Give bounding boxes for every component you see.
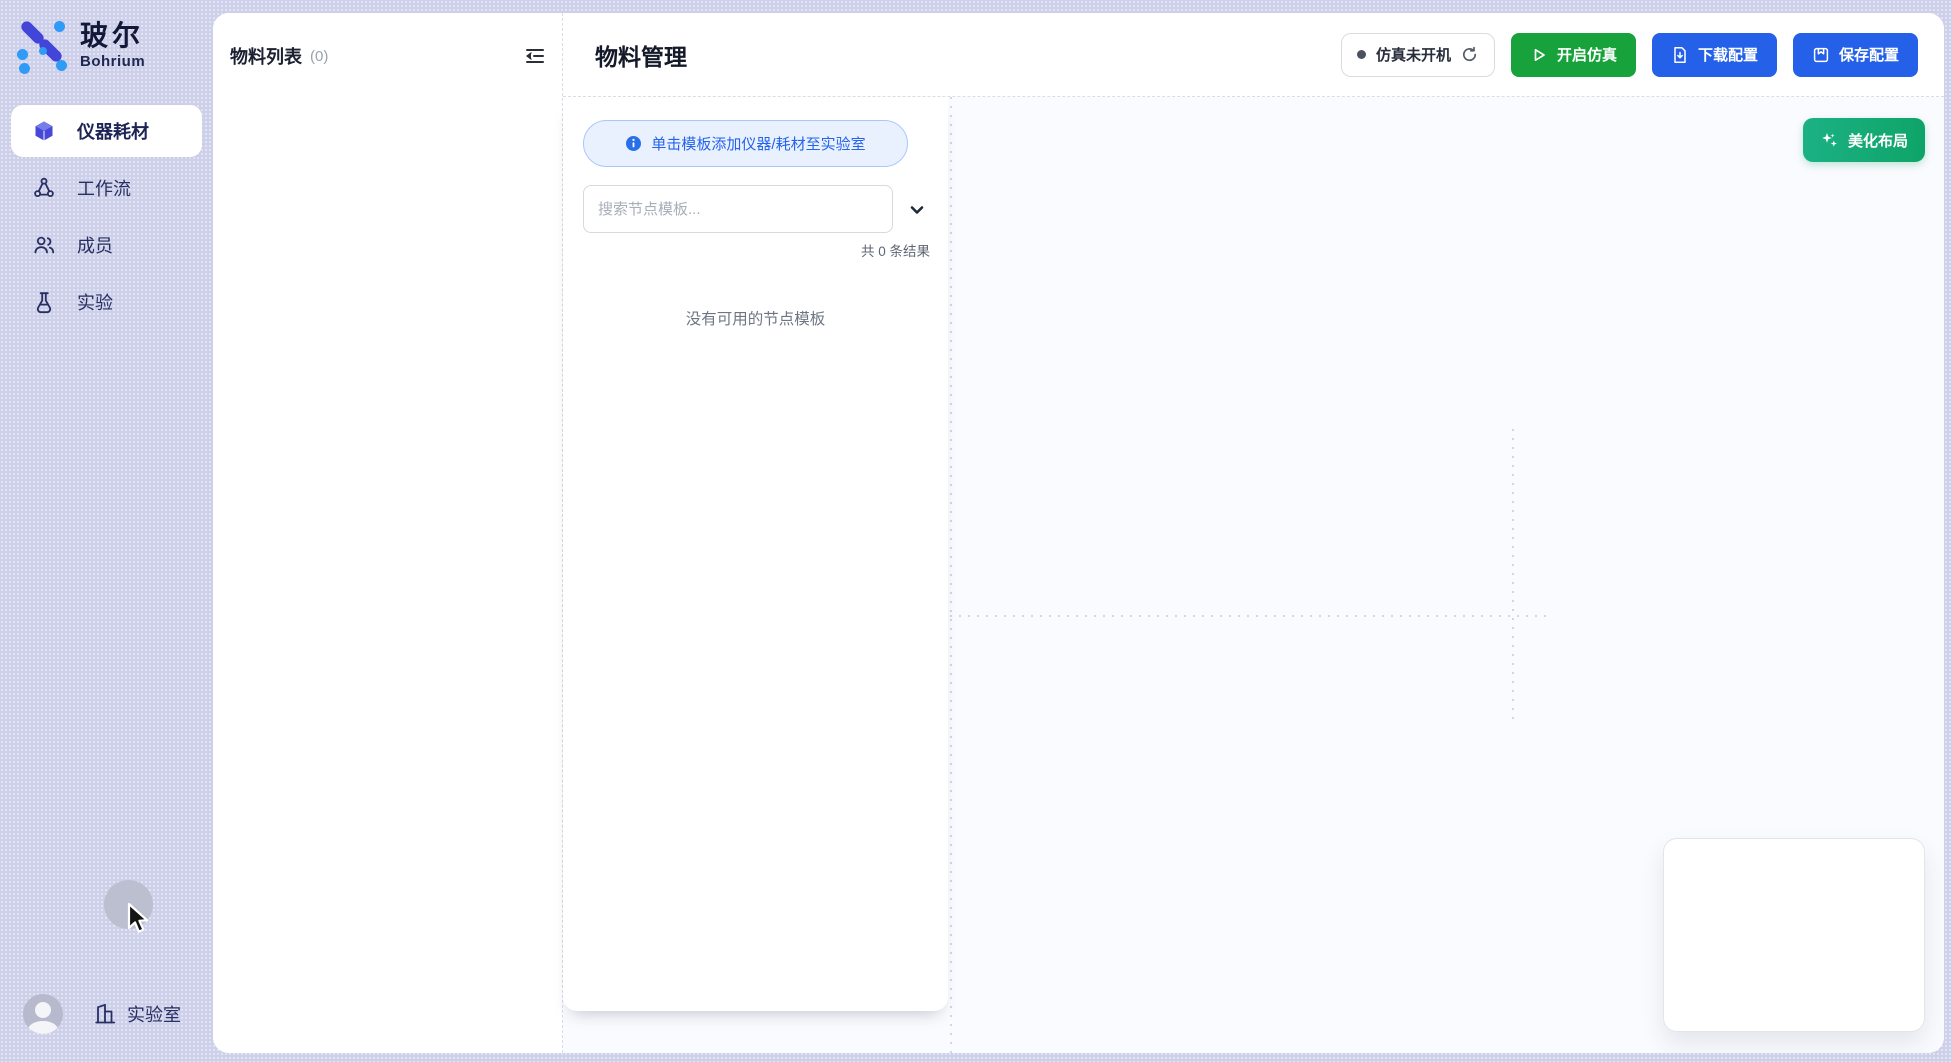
status-dot [1357,50,1366,59]
refresh-icon[interactable] [1461,46,1479,64]
node-template-panel: 单击模板添加仪器/耗材至实验室 共 0 条结果 没有可用的节点模板 [563,97,948,1011]
materials-panel-header: 物料列表 (0) [213,13,562,69]
sidebar-item-workflow[interactable]: 工作流 [11,162,202,214]
canvas-gridline [950,615,1548,617]
layout-canvas[interactable]: 单击模板添加仪器/耗材至实验室 共 0 条结果 没有可用的节点模板 美化布局 [563,97,1944,1053]
result-count: 共 0 条结果 [861,240,930,260]
members-icon [32,233,56,257]
app-screen: 玻尔 Bohrium 仪器耗材 工作流 成员 [0,0,1952,1062]
sim-status-pill: 仿真未开机 [1341,33,1495,77]
sparkles-icon [1820,131,1839,150]
sidebar-footer: 实验室 [0,993,213,1035]
hint-banner-text: 单击模板添加仪器/耗材至实验室 [651,133,865,154]
lab-entry-label: 实验室 [127,1001,181,1027]
lab-entry[interactable]: 实验室 [93,1001,181,1027]
save-icon [1812,46,1830,64]
page-title: 物料管理 [595,38,687,72]
chevron-down-icon[interactable] [903,198,931,222]
experiment-icon [32,290,56,314]
file-download-icon [1671,46,1689,64]
minimap[interactable] [1663,838,1925,1032]
brand: 玻尔 Bohrium [16,18,145,70]
main-window: 物料列表 (0) 物料管理 仿真未开机 [213,13,1944,1053]
building-icon [93,1002,117,1026]
sidebar-item-experiments[interactable]: 实验 [11,276,202,328]
sidebar-nav: 仪器耗材 工作流 成员 实验 [0,105,213,328]
canvas-gridline [1512,429,1514,720]
beautify-layout-label: 美化布局 [1848,130,1908,151]
sidebar-item-label: 工作流 [77,175,131,201]
sidebar-item-label: 仪器耗材 [77,118,149,144]
play-icon [1530,46,1548,64]
save-config-label: 保存配置 [1839,44,1899,65]
sim-status-text: 仿真未开机 [1376,44,1451,65]
sidebar-item-label: 实验 [77,289,113,315]
brand-name-en: Bohrium [80,53,145,70]
sidebar-item-instruments[interactable]: 仪器耗材 [11,105,202,157]
main-column: 物料管理 仿真未开机 开启仿真 [563,13,1944,1053]
search-input[interactable] [583,185,893,233]
info-icon [625,135,642,152]
cube-icon [32,119,56,143]
beautify-layout-button[interactable]: 美化布局 [1803,118,1925,162]
sidebar: 玻尔 Bohrium 仪器耗材 工作流 成员 [0,0,213,1062]
sidebar-item-members[interactable]: 成员 [11,219,202,271]
canvas-gridline [950,97,952,1053]
download-config-label: 下载配置 [1698,44,1758,65]
start-simulation-button[interactable]: 开启仿真 [1511,33,1636,77]
save-config-button[interactable]: 保存配置 [1793,33,1918,77]
menu-fold-icon[interactable] [522,43,548,69]
empty-state-text: 没有可用的节点模板 [563,307,948,329]
start-simulation-label: 开启仿真 [1557,44,1617,65]
materials-panel-title: 物料列表 [230,43,302,69]
topbar: 物料管理 仿真未开机 开启仿真 [563,13,1944,97]
hint-banner: 单击模板添加仪器/耗材至实验室 [583,120,908,167]
materials-panel: 物料列表 (0) [213,13,563,1053]
workflow-icon [32,176,56,200]
sidebar-item-label: 成员 [77,232,113,258]
download-config-button[interactable]: 下载配置 [1652,33,1777,77]
materials-count-badge: (0) [310,48,328,65]
bohrium-logo-icon [16,18,68,70]
user-avatar[interactable] [23,994,63,1034]
brand-name-zh: 玻尔 [80,20,145,52]
